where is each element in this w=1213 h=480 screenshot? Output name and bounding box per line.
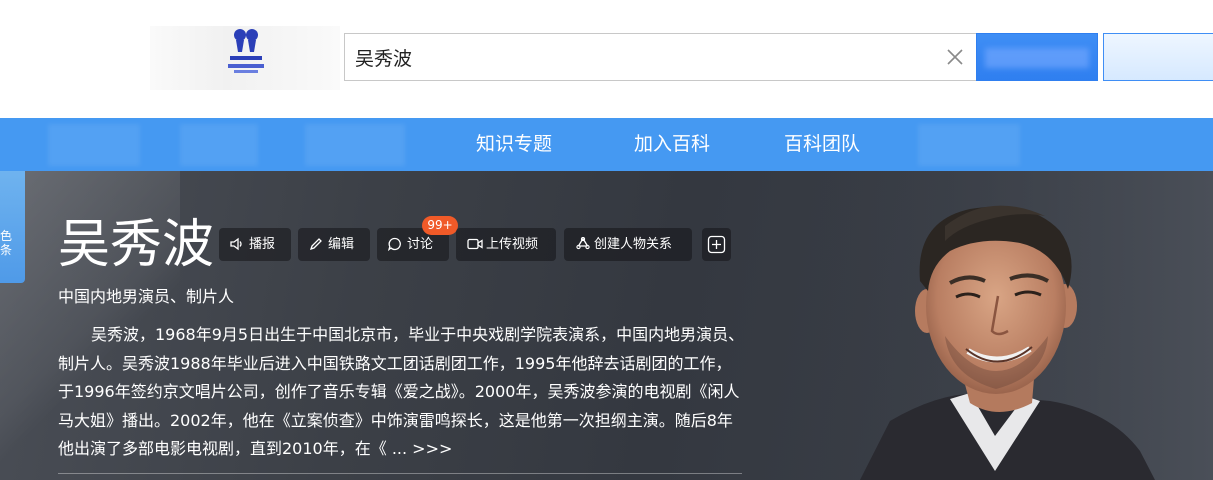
- entry-title: 吴秀波: [58, 215, 215, 275]
- search-box: [344, 33, 976, 81]
- pencil-icon: [309, 238, 322, 251]
- search-button[interactable]: [976, 33, 1098, 81]
- speech-bubble-icon: [388, 237, 401, 251]
- discuss-label: 讨论: [407, 237, 434, 252]
- entry-subtitle: 中国内地男演员、制片人: [58, 287, 235, 306]
- nav-item-blurred[interactable]: [180, 124, 258, 166]
- clear-icon[interactable]: [946, 48, 964, 66]
- entry-hero: 色条 吴秀波 播报 编辑 讨论 99+ 上传视频 创建人物关系 中国内地男演员、…: [0, 171, 1213, 480]
- main-nav: 知识专题 加入百科 百科团队: [0, 118, 1213, 171]
- upload-video-label: 上传视频: [486, 237, 539, 252]
- divider: [58, 473, 742, 474]
- nav-item-blurred[interactable]: [918, 124, 1020, 166]
- broadcast-label: 播报: [249, 237, 276, 252]
- logo-icon: [228, 29, 264, 73]
- nav-item-blurred[interactable]: [305, 124, 405, 166]
- video-camera-icon: [467, 238, 483, 250]
- site-logo[interactable]: [150, 26, 340, 90]
- discuss-count-badge: 99+: [422, 216, 458, 235]
- plus-icon: [707, 235, 726, 254]
- edit-label: 编辑: [328, 237, 355, 252]
- portrait-image: [820, 171, 1213, 480]
- recycle-relation-icon: [576, 237, 590, 250]
- broadcast-button[interactable]: 播报: [219, 228, 291, 261]
- nav-item-topics[interactable]: 知识专题: [476, 118, 552, 171]
- search-button-label-blurred: [985, 48, 1089, 68]
- header: [0, 0, 1213, 118]
- create-relation-button[interactable]: 创建人物关系: [564, 228, 692, 261]
- nav-item-join[interactable]: 加入百科: [634, 118, 710, 171]
- more-actions-button[interactable]: [702, 228, 731, 261]
- edit-button[interactable]: 编辑: [298, 228, 370, 261]
- create-relation-label: 创建人物关系: [594, 237, 673, 252]
- read-more-link[interactable]: ... >>>: [392, 439, 453, 458]
- side-tab-label: 色条: [0, 229, 13, 257]
- search-input[interactable]: [355, 34, 935, 80]
- secondary-search-button[interactable]: [1103, 33, 1213, 81]
- side-color-tab[interactable]: 色条: [0, 171, 25, 283]
- nav-item-team[interactable]: 百科团队: [784, 118, 860, 171]
- speaker-icon: [230, 237, 242, 251]
- nav-item-blurred[interactable]: [48, 124, 140, 166]
- entry-summary: 吴秀波，1968年9月5日出生于中国北京市，毕业于中央戏剧学院表演系，中国内地男…: [58, 321, 746, 464]
- upload-video-button[interactable]: 上传视频: [456, 228, 556, 261]
